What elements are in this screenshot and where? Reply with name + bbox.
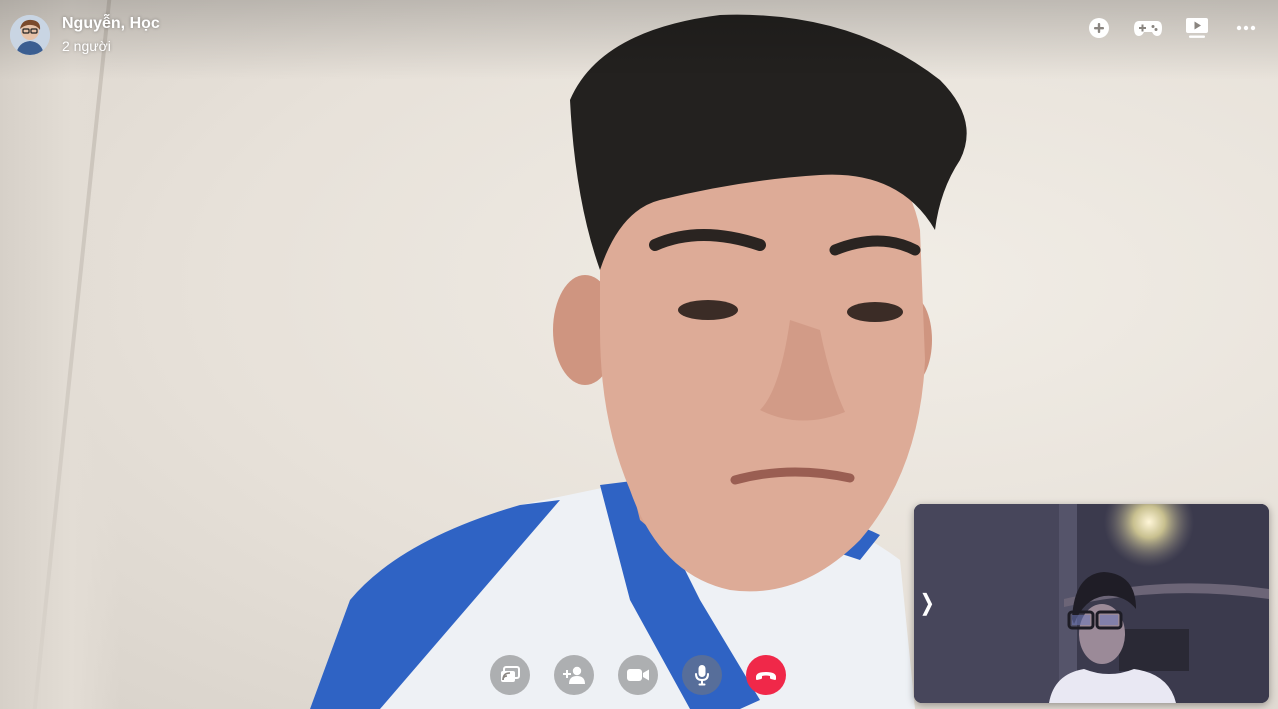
call-info: Nguyễn, Học 2 người xyxy=(62,14,160,55)
share-screen-button[interactable] xyxy=(490,655,530,695)
call-title: Nguyễn, Học xyxy=(62,15,160,32)
avatar[interactable] xyxy=(10,14,50,55)
video-camera-icon xyxy=(627,669,649,681)
microphone-icon xyxy=(695,665,709,686)
add-person-icon xyxy=(563,666,585,684)
end-call-button[interactable] xyxy=(746,655,786,695)
collapse-self-view-arrow[interactable]: ❭ xyxy=(918,590,936,616)
share-screen-icon xyxy=(501,666,520,682)
local-participant-video xyxy=(914,504,1269,703)
call-header: Nguyễn, Học 2 người xyxy=(10,14,160,55)
end-call-icon xyxy=(756,672,776,680)
call-controls xyxy=(490,655,786,695)
top-toolbar xyxy=(1064,14,1260,42)
microphone-button[interactable] xyxy=(682,655,722,695)
video-call-window: Nguyễn, Học 2 người ❭ xyxy=(0,0,1278,709)
self-view-video[interactable]: ❭ xyxy=(914,504,1269,703)
video-toggle-button[interactable] xyxy=(618,655,658,695)
add-circle-icon[interactable] xyxy=(1085,14,1113,42)
participant-count: 2 người xyxy=(62,38,111,54)
video-playlist-icon[interactable] xyxy=(1183,14,1211,42)
more-options-icon[interactable] xyxy=(1232,14,1260,42)
add-person-button[interactable] xyxy=(554,655,594,695)
gamepad-icon[interactable] xyxy=(1134,14,1162,42)
